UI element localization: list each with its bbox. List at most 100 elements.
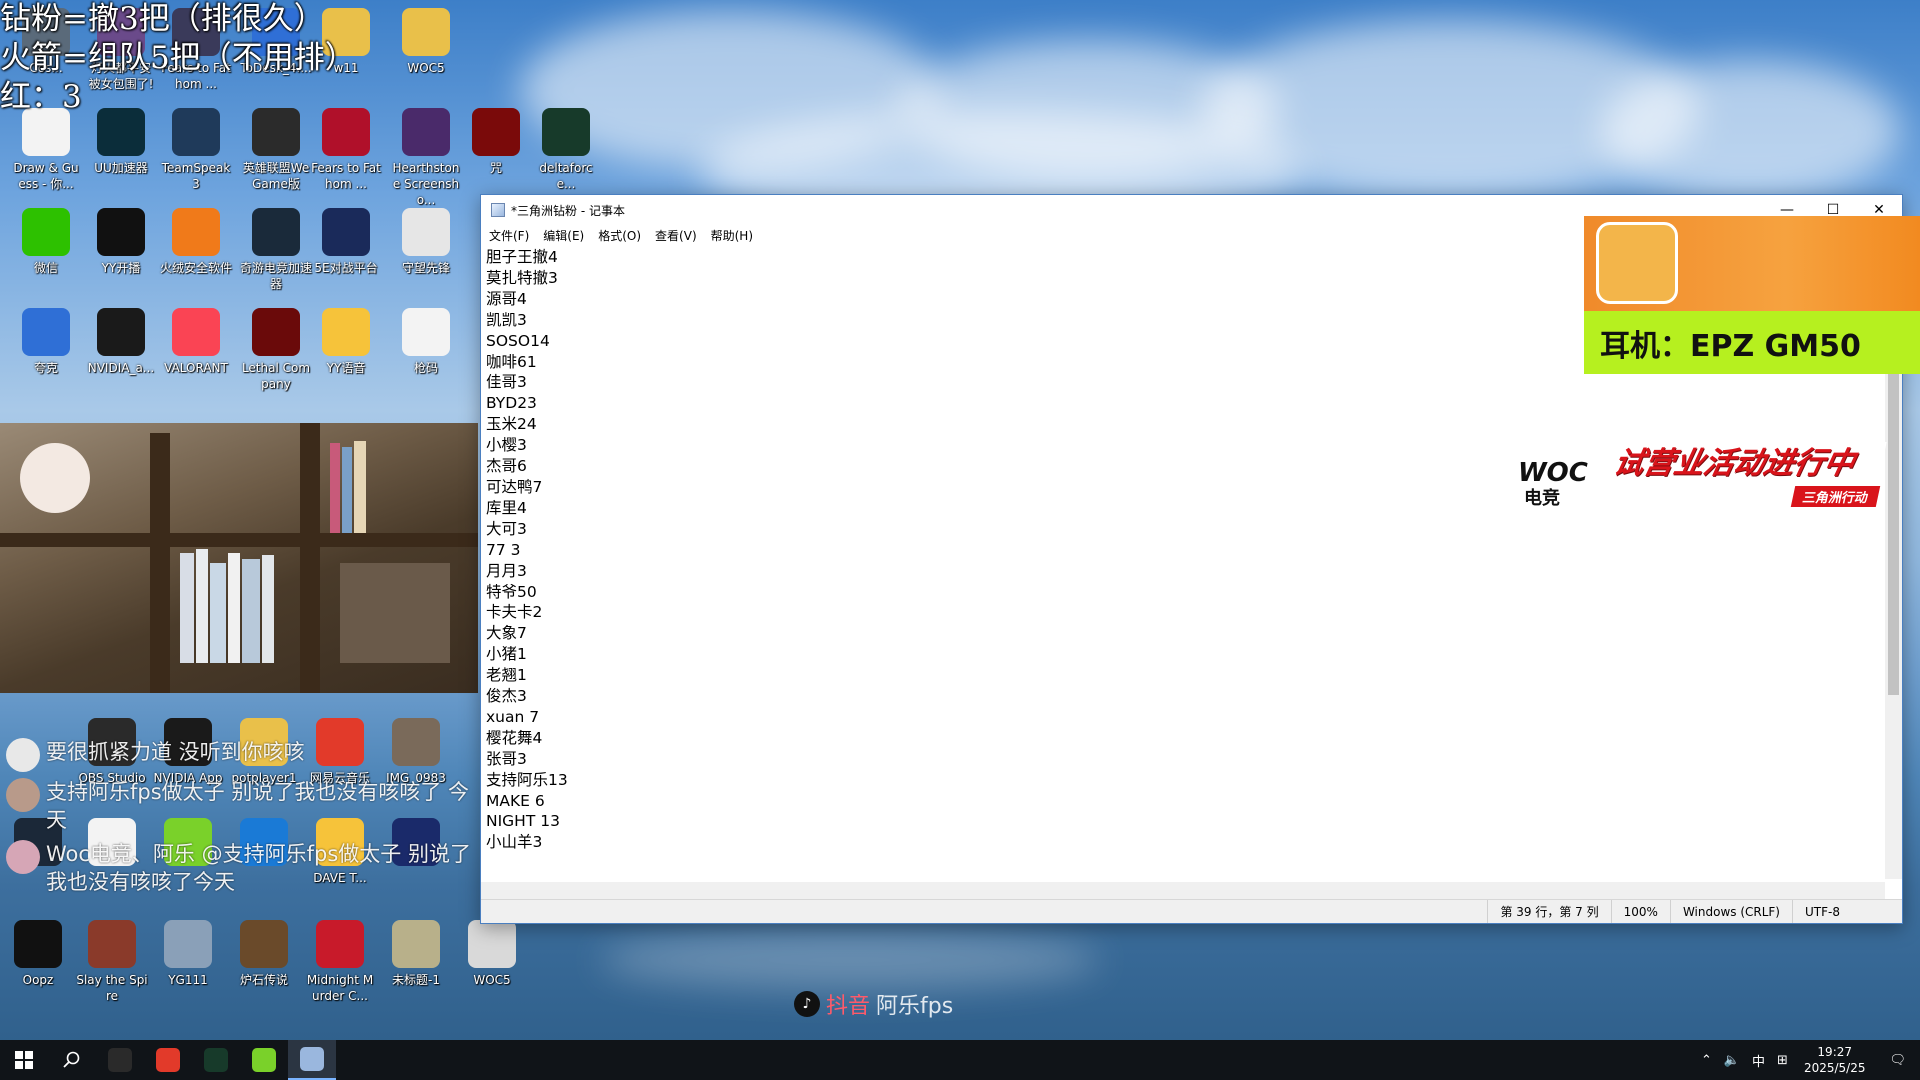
menu-view[interactable]: 查看(V) bbox=[655, 227, 697, 244]
quark-icon bbox=[22, 308, 70, 356]
desktop-icon[interactable]: 英雄联盟WeGame版 bbox=[240, 108, 312, 192]
psd-icon bbox=[392, 920, 440, 968]
desktop-icon-label: YY开播 bbox=[101, 261, 141, 275]
notepad-title: *三角洲钻粉 - 记事本 bbox=[511, 203, 625, 218]
ime-indicator[interactable]: 中 bbox=[1746, 1051, 1771, 1070]
hearthstone-game-icon bbox=[240, 920, 288, 968]
system-tray: ⌃ 🔈 中 ⊞ 19:27 2025/5/25 🗨 bbox=[1695, 1040, 1920, 1080]
douyin-watermark: ♪ 抖音 阿乐fps bbox=[794, 988, 953, 1020]
desktop-icon-label: Midnight Murder C... bbox=[306, 973, 374, 1003]
image-icon bbox=[164, 920, 212, 968]
desktop-icon[interactable]: Hearthstone Screensho... bbox=[390, 108, 462, 208]
sponsor-banner: 耳机：EPZ GM50 bbox=[1584, 216, 1920, 374]
text-line: 77 3 bbox=[486, 540, 521, 559]
clock-time: 19:27 bbox=[1817, 1045, 1853, 1059]
desktop-icon-label: YY语音 bbox=[326, 361, 366, 375]
chat-message: Woc电竞、阿乐 @支持阿乐fps做太子 别说了我也没有咳咳了今天 bbox=[6, 840, 486, 896]
tray-chevron-icon[interactable]: ⌃ bbox=[1695, 1053, 1718, 1068]
desktop-icon[interactable]: Slay the Spire bbox=[76, 920, 148, 1004]
desktop-icon[interactable]: TeamSpeak 3 bbox=[160, 108, 232, 192]
text-line: 佳哥3 bbox=[486, 373, 527, 392]
5e-icon bbox=[322, 208, 370, 256]
wechat-icon bbox=[22, 208, 70, 256]
yyvoice-icon bbox=[322, 308, 370, 356]
taskbar-app[interactable] bbox=[288, 1040, 336, 1080]
stream-overlay-text: 钻粉=撤3把（排很久） 火箭=组队5把（不用排） 红：3 bbox=[0, 0, 356, 117]
yy-icon bbox=[97, 208, 145, 256]
desktop-icon[interactable]: deltaforce... bbox=[530, 108, 602, 192]
desktop-icon[interactable]: WOC5 bbox=[456, 920, 528, 988]
desktop-icon[interactable]: 微信 bbox=[10, 208, 82, 276]
encoding: UTF-8 bbox=[1792, 900, 1902, 923]
desktop-icon[interactable]: Draw & Guess - 你... bbox=[10, 108, 82, 192]
taskbar-clock[interactable]: 19:27 2025/5/25 bbox=[1794, 1044, 1876, 1076]
desktop-icon[interactable]: 炉石传说 bbox=[228, 920, 300, 988]
watermark-account: 阿乐fps bbox=[876, 994, 954, 1019]
desktop-icon[interactable]: YY开播 bbox=[85, 208, 157, 276]
desktop-icon[interactable]: 咒 bbox=[460, 108, 532, 176]
chat-avatar bbox=[6, 840, 40, 874]
text-line: 张哥3 bbox=[486, 749, 527, 768]
desktop-icon-label: 夸克 bbox=[33, 361, 58, 375]
windows-logo-icon bbox=[15, 1051, 33, 1069]
horizontal-scrollbar[interactable] bbox=[481, 882, 1885, 899]
desktop-icon-label: 微信 bbox=[33, 261, 58, 275]
desktop-icon[interactable]: 枪码 bbox=[390, 308, 462, 376]
desktop-icon-label: 咒 bbox=[489, 161, 502, 175]
start-button[interactable] bbox=[0, 1040, 48, 1080]
desktop-icon[interactable]: 守望先锋 bbox=[390, 208, 462, 276]
hearthstone-icon bbox=[402, 108, 450, 156]
desktop-icon-label: 守望先锋 bbox=[401, 261, 450, 275]
search-icon bbox=[63, 1051, 80, 1068]
volume-icon[interactable]: 🔈 bbox=[1718, 1053, 1746, 1068]
desktop-icon-label: Lethal Company bbox=[241, 361, 311, 391]
nvidia-icon bbox=[97, 308, 145, 356]
desktop-icon[interactable]: 5E对战平台 bbox=[310, 208, 382, 276]
taskbar-app[interactable] bbox=[240, 1040, 288, 1080]
taskbar-app[interactable] bbox=[96, 1040, 144, 1080]
deltaforce-icon bbox=[204, 1048, 228, 1072]
desktop-icon[interactable]: UU加速器 bbox=[85, 108, 157, 176]
notification-icon[interactable]: 🗨 bbox=[1875, 1053, 1920, 1068]
desktop-icon[interactable]: YY语音 bbox=[310, 308, 382, 376]
desktop-icon[interactable]: WOC5 bbox=[390, 8, 462, 76]
watermark-platform: 抖音 bbox=[826, 994, 871, 1019]
clock-date: 2025/5/25 bbox=[1803, 1061, 1866, 1075]
desktop-icon[interactable]: 未标题-1 bbox=[380, 920, 452, 988]
desktop-icon[interactable]: 夸克 bbox=[10, 308, 82, 376]
kook-icon bbox=[252, 1048, 276, 1072]
zip-folder-icon bbox=[402, 8, 450, 56]
desktop-icon[interactable]: YG111 bbox=[152, 920, 224, 988]
notepad-statusbar: 第 39 行，第 7 列 100% Windows (CRLF) UTF-8 bbox=[481, 899, 1902, 923]
taskbar-app[interactable] bbox=[192, 1040, 240, 1080]
menu-help[interactable]: 帮助(H) bbox=[711, 227, 753, 244]
overlay-line-red: 红：3 bbox=[0, 79, 82, 115]
menu-format[interactable]: 格式(O) bbox=[598, 227, 641, 244]
taskbar-app[interactable] bbox=[144, 1040, 192, 1080]
text-line: 老翘1 bbox=[486, 666, 527, 685]
desktop-icon[interactable]: Oopz bbox=[2, 920, 74, 988]
desktop-icon[interactable]: Midnight Murder C... bbox=[304, 920, 376, 1004]
text-line: 樱花舞4 bbox=[486, 728, 543, 747]
desktop-icon[interactable]: NVIDIA_a... bbox=[85, 308, 157, 376]
search-button[interactable] bbox=[48, 1040, 96, 1080]
text-line: 大可3 bbox=[486, 519, 527, 538]
desktop-icon[interactable]: Lethal Company bbox=[240, 308, 312, 392]
desktop-icon-label: NVIDIA_a... bbox=[87, 361, 155, 375]
lethal-icon bbox=[252, 308, 300, 356]
text-line: NIGHT 13 bbox=[486, 812, 560, 831]
ime-mode-icon[interactable]: ⊞ bbox=[1771, 1053, 1794, 1068]
desktop-icon-label: WOC5 bbox=[407, 61, 445, 75]
desktop-icon[interactable]: Fears to Fathom ... bbox=[310, 108, 382, 192]
desktop-icon[interactable]: 奇游电竞加速器 bbox=[240, 208, 312, 292]
douyin-logo-icon: ♪ bbox=[794, 991, 820, 1017]
menu-edit[interactable]: 编辑(E) bbox=[543, 227, 584, 244]
mascot-icon bbox=[1596, 222, 1678, 304]
desktop-icon-label: WOC5 bbox=[473, 973, 511, 987]
desktop-icon-label: UU加速器 bbox=[94, 161, 148, 175]
cursor-position: 第 39 行，第 7 列 bbox=[1487, 900, 1610, 923]
desktop-icon[interactable]: 火绒安全软件 bbox=[160, 208, 232, 276]
desktop-icon[interactable]: VALORANT bbox=[160, 308, 232, 376]
deltaforce-icon bbox=[542, 108, 590, 156]
menu-file[interactable]: 文件(F) bbox=[489, 227, 529, 244]
